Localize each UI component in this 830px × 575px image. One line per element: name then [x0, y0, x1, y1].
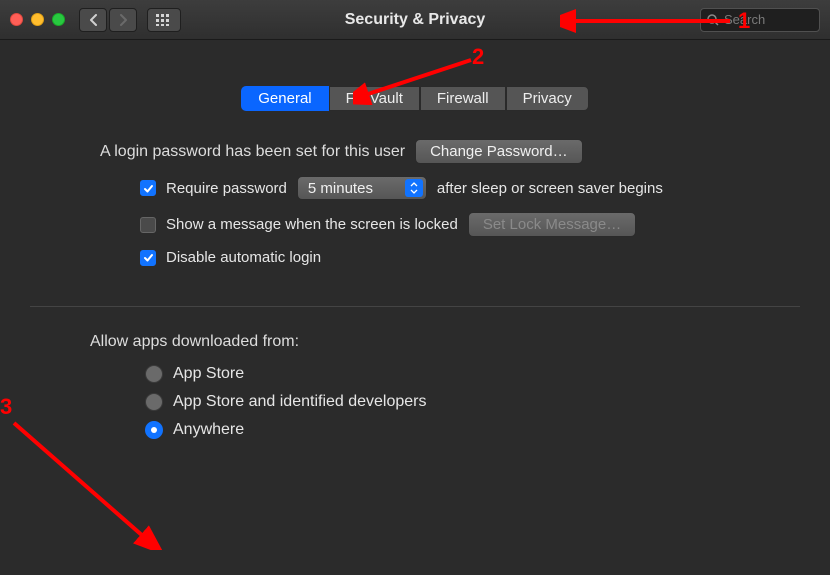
allow-apps-label: Allow apps downloaded from:: [90, 333, 800, 351]
require-password-delay-select[interactable]: 5 minutes: [297, 176, 427, 200]
show-message-checkbox[interactable]: [140, 217, 156, 233]
back-button[interactable]: [79, 8, 107, 32]
require-password-checkbox[interactable]: [140, 180, 156, 196]
set-lock-message-button[interactable]: Set Lock Message…: [468, 212, 636, 237]
check-icon: [143, 252, 154, 263]
annotation-number-2: 2: [472, 44, 484, 70]
radio-label: App Store: [173, 365, 244, 383]
allow-apps-radio-group: App Store App Store and identified devel…: [145, 365, 800, 439]
disable-auto-login-label: Disable automatic login: [166, 249, 321, 266]
window-controls: [10, 13, 65, 26]
radio-icon: [145, 393, 163, 411]
tab-filevault[interactable]: FileVault: [329, 86, 420, 111]
minimize-icon[interactable]: [31, 13, 44, 26]
disable-auto-login-checkbox[interactable]: [140, 250, 156, 266]
tabs: General FileVault Firewall Privacy: [30, 86, 800, 111]
require-password-row: Require password 5 minutes after sleep o…: [30, 176, 800, 200]
content-area: General FileVault Firewall Privacy A log…: [0, 40, 830, 439]
search-icon: [707, 14, 719, 26]
radio-app-store-identified[interactable]: App Store and identified developers: [145, 393, 800, 411]
radio-anywhere[interactable]: Anywhere: [145, 421, 800, 439]
tab-privacy[interactable]: Privacy: [506, 86, 589, 111]
radio-label: Anywhere: [173, 421, 244, 439]
nav-buttons: [79, 8, 137, 32]
login-password-text: A login password has been set for this u…: [100, 143, 405, 161]
login-password-row: A login password has been set for this u…: [100, 139, 800, 164]
close-icon[interactable]: [10, 13, 23, 26]
require-password-delay-value: 5 minutes: [308, 180, 373, 197]
require-password-label-before: Require password: [166, 180, 287, 197]
tab-firewall[interactable]: Firewall: [420, 86, 506, 111]
radio-icon: [145, 365, 163, 383]
titlebar: Security & Privacy Search: [0, 0, 830, 40]
select-stepper-icon: [405, 179, 423, 197]
check-icon: [143, 183, 154, 194]
annotation-number-1: 1: [738, 8, 750, 34]
radio-icon: [145, 421, 163, 439]
radio-app-store[interactable]: App Store: [145, 365, 800, 383]
divider: [30, 306, 800, 307]
show-message-label: Show a message when the screen is locked: [166, 216, 458, 233]
disable-auto-login-row: Disable automatic login: [30, 249, 800, 266]
show-all-button[interactable]: [147, 8, 181, 32]
forward-button[interactable]: [109, 8, 137, 32]
show-message-row: Show a message when the screen is locked…: [30, 212, 800, 237]
change-password-button[interactable]: Change Password…: [415, 139, 583, 164]
grid-icon: [156, 14, 172, 26]
radio-label: App Store and identified developers: [173, 393, 427, 411]
search-input[interactable]: Search: [700, 8, 820, 32]
require-password-label-after: after sleep or screen saver begins: [437, 180, 663, 197]
tab-general[interactable]: General: [241, 86, 328, 111]
annotation-number-3: 3: [0, 394, 12, 420]
zoom-icon[interactable]: [52, 13, 65, 26]
